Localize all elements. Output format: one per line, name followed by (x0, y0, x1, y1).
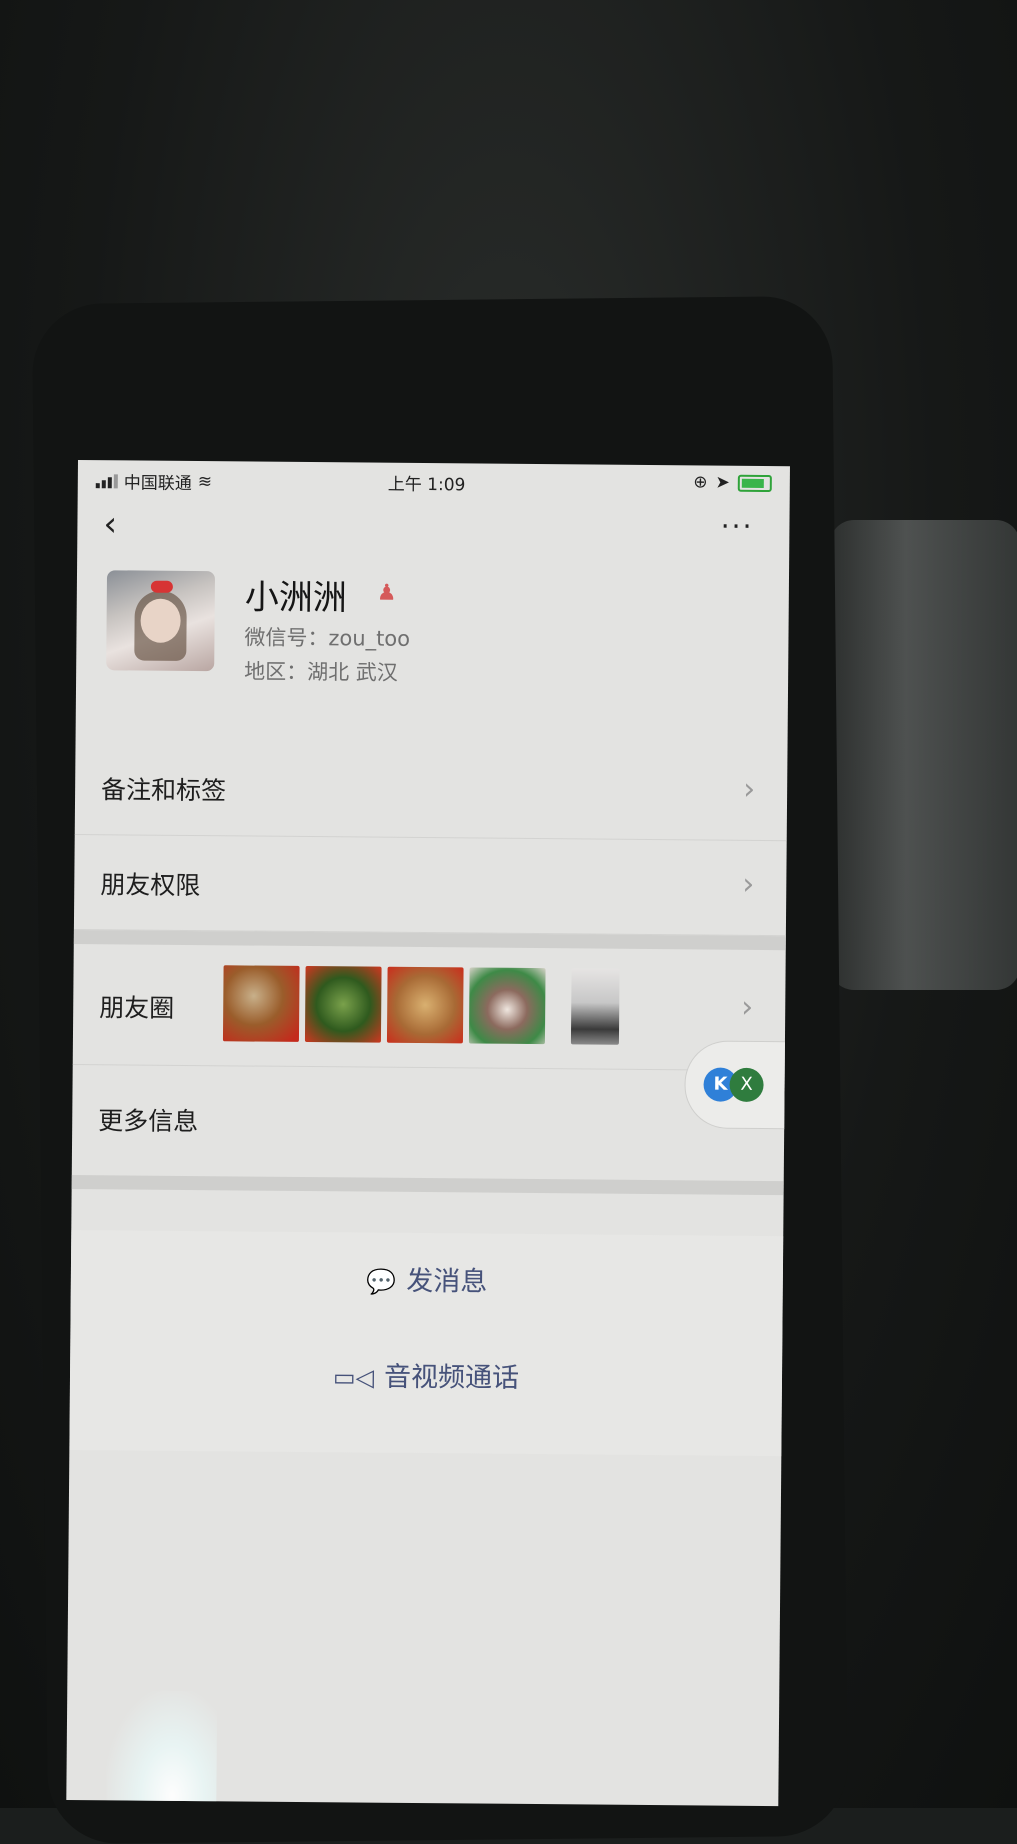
nav-bar: ‹ ··· (77, 496, 789, 562)
video-camera-icon: ▭◁ (332, 1363, 375, 1392)
status-time: 上午 1:09 (387, 474, 466, 496)
friend-permissions-row[interactable]: 朋友权限 › (73, 834, 787, 937)
x-app-icon[interactable]: X (729, 1067, 764, 1103)
wifi-icon: ≋ (197, 471, 213, 492)
chevron-right-icon: › (741, 989, 754, 1025)
more-info-row[interactable]: 更多信息 K X (72, 1040, 787, 1181)
wechat-id: 微信号：zou_too (244, 625, 411, 651)
chevron-right-icon: › (742, 866, 755, 902)
chat-bubble-icon: 💬 (366, 1267, 397, 1296)
back-icon[interactable]: ‹ (103, 504, 117, 544)
battery-icon (737, 474, 772, 492)
signal-icon (95, 473, 118, 488)
row-label: 朋友权限 (100, 870, 201, 901)
status-left: 中国联通 ≋ (95, 468, 213, 494)
settings-list: 备注和标签 › 朋友权限 › 朋友圈 › 更多信息 K X (71, 739, 788, 1196)
profile-header: 小洲洲 ♟ 微信号：zou_too 地区：湖北 武汉 (76, 560, 789, 716)
carrier-label: 中国联通 (123, 473, 192, 494)
lock-rotation-icon: ⊕ (693, 472, 708, 493)
background-object (830, 520, 1017, 990)
chevron-right-icon: › (742, 771, 756, 807)
screen-glare (105, 1690, 218, 1807)
moments-thumbnail (570, 968, 620, 1045)
floating-app-pill[interactable]: K X (684, 1040, 787, 1130)
moments-thumbnail (386, 966, 464, 1044)
avatar[interactable] (106, 570, 216, 672)
row-label: 朋友圈 (99, 993, 175, 1023)
row-label: 备注和标签 (100, 775, 227, 806)
action-area: 💬 发消息 ▭◁ 音视频通话 (69, 1229, 784, 1457)
female-person-icon: ♟ (376, 580, 397, 606)
profile-name: 小洲洲 (244, 577, 347, 619)
moments-thumbnail (222, 965, 300, 1042)
moments-row[interactable]: 朋友圈 › (72, 943, 786, 1072)
status-bar: 中国联通 ≋ 上午 1:09 ⊕ ➤ (78, 460, 790, 502)
location-icon: ➤ (715, 472, 730, 493)
moments-thumbnail (468, 967, 546, 1045)
status-right: ⊕ ➤ (693, 472, 772, 493)
video-call-button[interactable]: ▭◁ 音视频通话 (70, 1352, 782, 1397)
send-message-button[interactable]: 💬 发消息 (71, 1256, 783, 1301)
region: 地区：湖北 武汉 (244, 659, 398, 685)
video-call-label: 音视频通话 (383, 1361, 520, 1394)
avatar-bow (150, 580, 173, 593)
avatar-face (140, 598, 181, 643)
more-options-icon[interactable]: ··· (721, 510, 754, 543)
send-message-label: 发消息 (406, 1265, 488, 1298)
moments-thumbnail (304, 966, 382, 1043)
moments-thumbnails (222, 965, 620, 1045)
row-label: 更多信息 (98, 1106, 199, 1137)
phone-screen: 中国联通 ≋ 上午 1:09 ⊕ ➤ ‹ ··· 小洲洲 ♟ 微信号：zou_t… (66, 460, 790, 1807)
remark-tags-row[interactable]: 备注和标签 › (74, 739, 788, 842)
